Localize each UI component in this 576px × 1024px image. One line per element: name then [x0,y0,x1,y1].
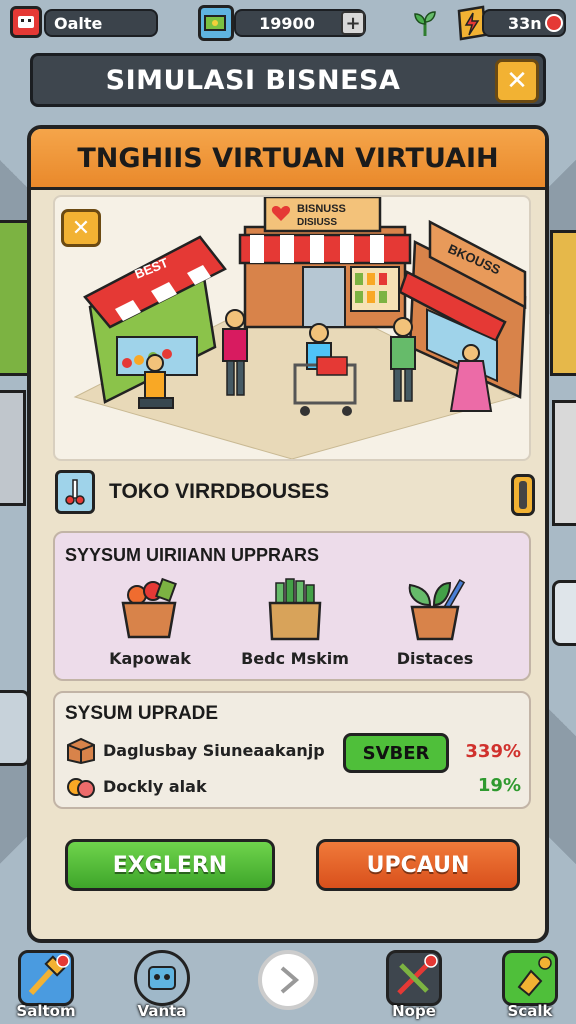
upgrade-title: SYSUM UPRADE [65,703,219,724]
nav-item-vanta[interactable]: Vanta [132,950,192,1020]
nav-label-vanta: Vanta [137,1002,187,1020]
add-money-button[interactable]: + [341,11,365,35]
upgrade-row-2: Dockly alak [65,769,207,803]
business-panel: TNGHIIS VIRTUAN VIRTUAIH ✕ BEST BISNUSS … [27,125,549,943]
timer-close-button[interactable] [545,14,563,32]
nav-label-nope: Nope [392,1002,436,1020]
upgrade-section: SYSUM UPRADE Daglusbay Siuneaakanjp SVBE… [53,691,531,809]
nav-label-saltom: Saltom [16,1002,76,1020]
tools-icon [386,950,442,1006]
upgrade-button[interactable]: UPCAUN [316,839,520,891]
panel-title: TNGHIIS VIRTUAN VIRTUAIH [31,129,545,190]
market-scene: ✕ BEST BISNUSS DISIUSS BKOUSS [53,195,531,461]
building-right-lower [552,400,576,526]
upgrade-row-1-value: 339% [465,741,521,762]
nav-label-scalk: Scalk [507,1002,553,1020]
nav-item-scalk[interactable]: Scalk [500,950,560,1020]
upgrade-row-2-label: Dockly alak [103,776,207,796]
upgrade-row-1-label: Daglusbay Siuneaakanjp [103,740,325,760]
upgrade-item-2-label: Bedc Mskim [241,649,349,668]
shop-level-badge[interactable] [511,474,535,516]
robot-icon [134,950,190,1006]
upgrade-row-1: Daglusbay Siuneaakanjp [65,733,325,767]
profile-badge[interactable] [10,6,42,38]
money-value: 19900 [259,13,315,33]
upgrades-section: SYYSUM UIRIIANN UPPRARS Kapowak Bedc Msk… [53,531,531,681]
nav-item-nope[interactable]: Nope [384,950,444,1020]
plus-icon: + [345,12,361,34]
timer-value: 33n [508,13,542,33]
upgrade-label: UPCAUN [366,852,470,878]
upgrade-action-label: SVBER [362,742,430,764]
explore-label: EXGLERN [112,852,228,878]
upgrade-row-2-value: 19% [477,775,521,796]
plant-pot-icon [408,578,466,641]
car-left [0,690,30,766]
money-icon [198,5,234,41]
shop-row: TOKO VIRRDBOUSES [55,464,535,520]
upgrade-item-2[interactable]: Bedc Mskim [240,575,350,668]
car-right [552,580,576,646]
title-close-button[interactable]: ✕ [495,59,539,103]
explore-button[interactable]: EXGLERN [65,839,275,891]
upgrade-item-3-label: Distaces [396,649,474,668]
robot-face-icon [18,16,34,28]
upgrade-item-3[interactable]: Distaces [380,575,490,668]
top-bar: Oalte 19900 + 33n [0,0,576,48]
title-bar: SIMULASI BISNESA ✕ [30,53,546,107]
building-left-lower [0,390,26,506]
center-stall-sign-2: DISIUSS [297,217,337,228]
fruits-icon [67,778,95,798]
center-stall-sign-1: BISNUSS [297,203,346,215]
hammer-icon [18,950,74,1006]
play-icon [258,950,318,1010]
building-right [550,230,576,376]
close-icon: ✕ [506,66,528,96]
user-pill[interactable]: Oalte [44,9,158,37]
upgrade-item-1-label: Kapowak [109,649,191,668]
plant-icon[interactable] [410,8,440,38]
shop-tag-icon[interactable] [55,470,95,514]
upgrades-title: SYYSUM UIRIIANN UPPRARS [65,545,320,565]
settings-icon [502,950,558,1006]
nav-item-saltom[interactable]: Saltom [16,950,76,1020]
vegetable-box-icon [268,578,322,641]
user-label: Oalte [54,13,103,33]
market-illustration: BEST BISNUSS DISIUSS BKOUSS [73,197,527,459]
fruit-basket-icon [121,577,177,639]
box-icon [67,737,95,764]
shop-name: TOKO VIRRDBOUSES [109,480,330,503]
upgrade-action-button[interactable]: SVBER [343,733,449,773]
bottom-nav: Saltom Vanta Nope Scalk [0,944,576,1024]
nav-item-play[interactable] [258,950,318,1010]
page-title: SIMULASI BISNESA [105,64,401,96]
upgrade-item-1[interactable]: Kapowak [95,575,205,668]
